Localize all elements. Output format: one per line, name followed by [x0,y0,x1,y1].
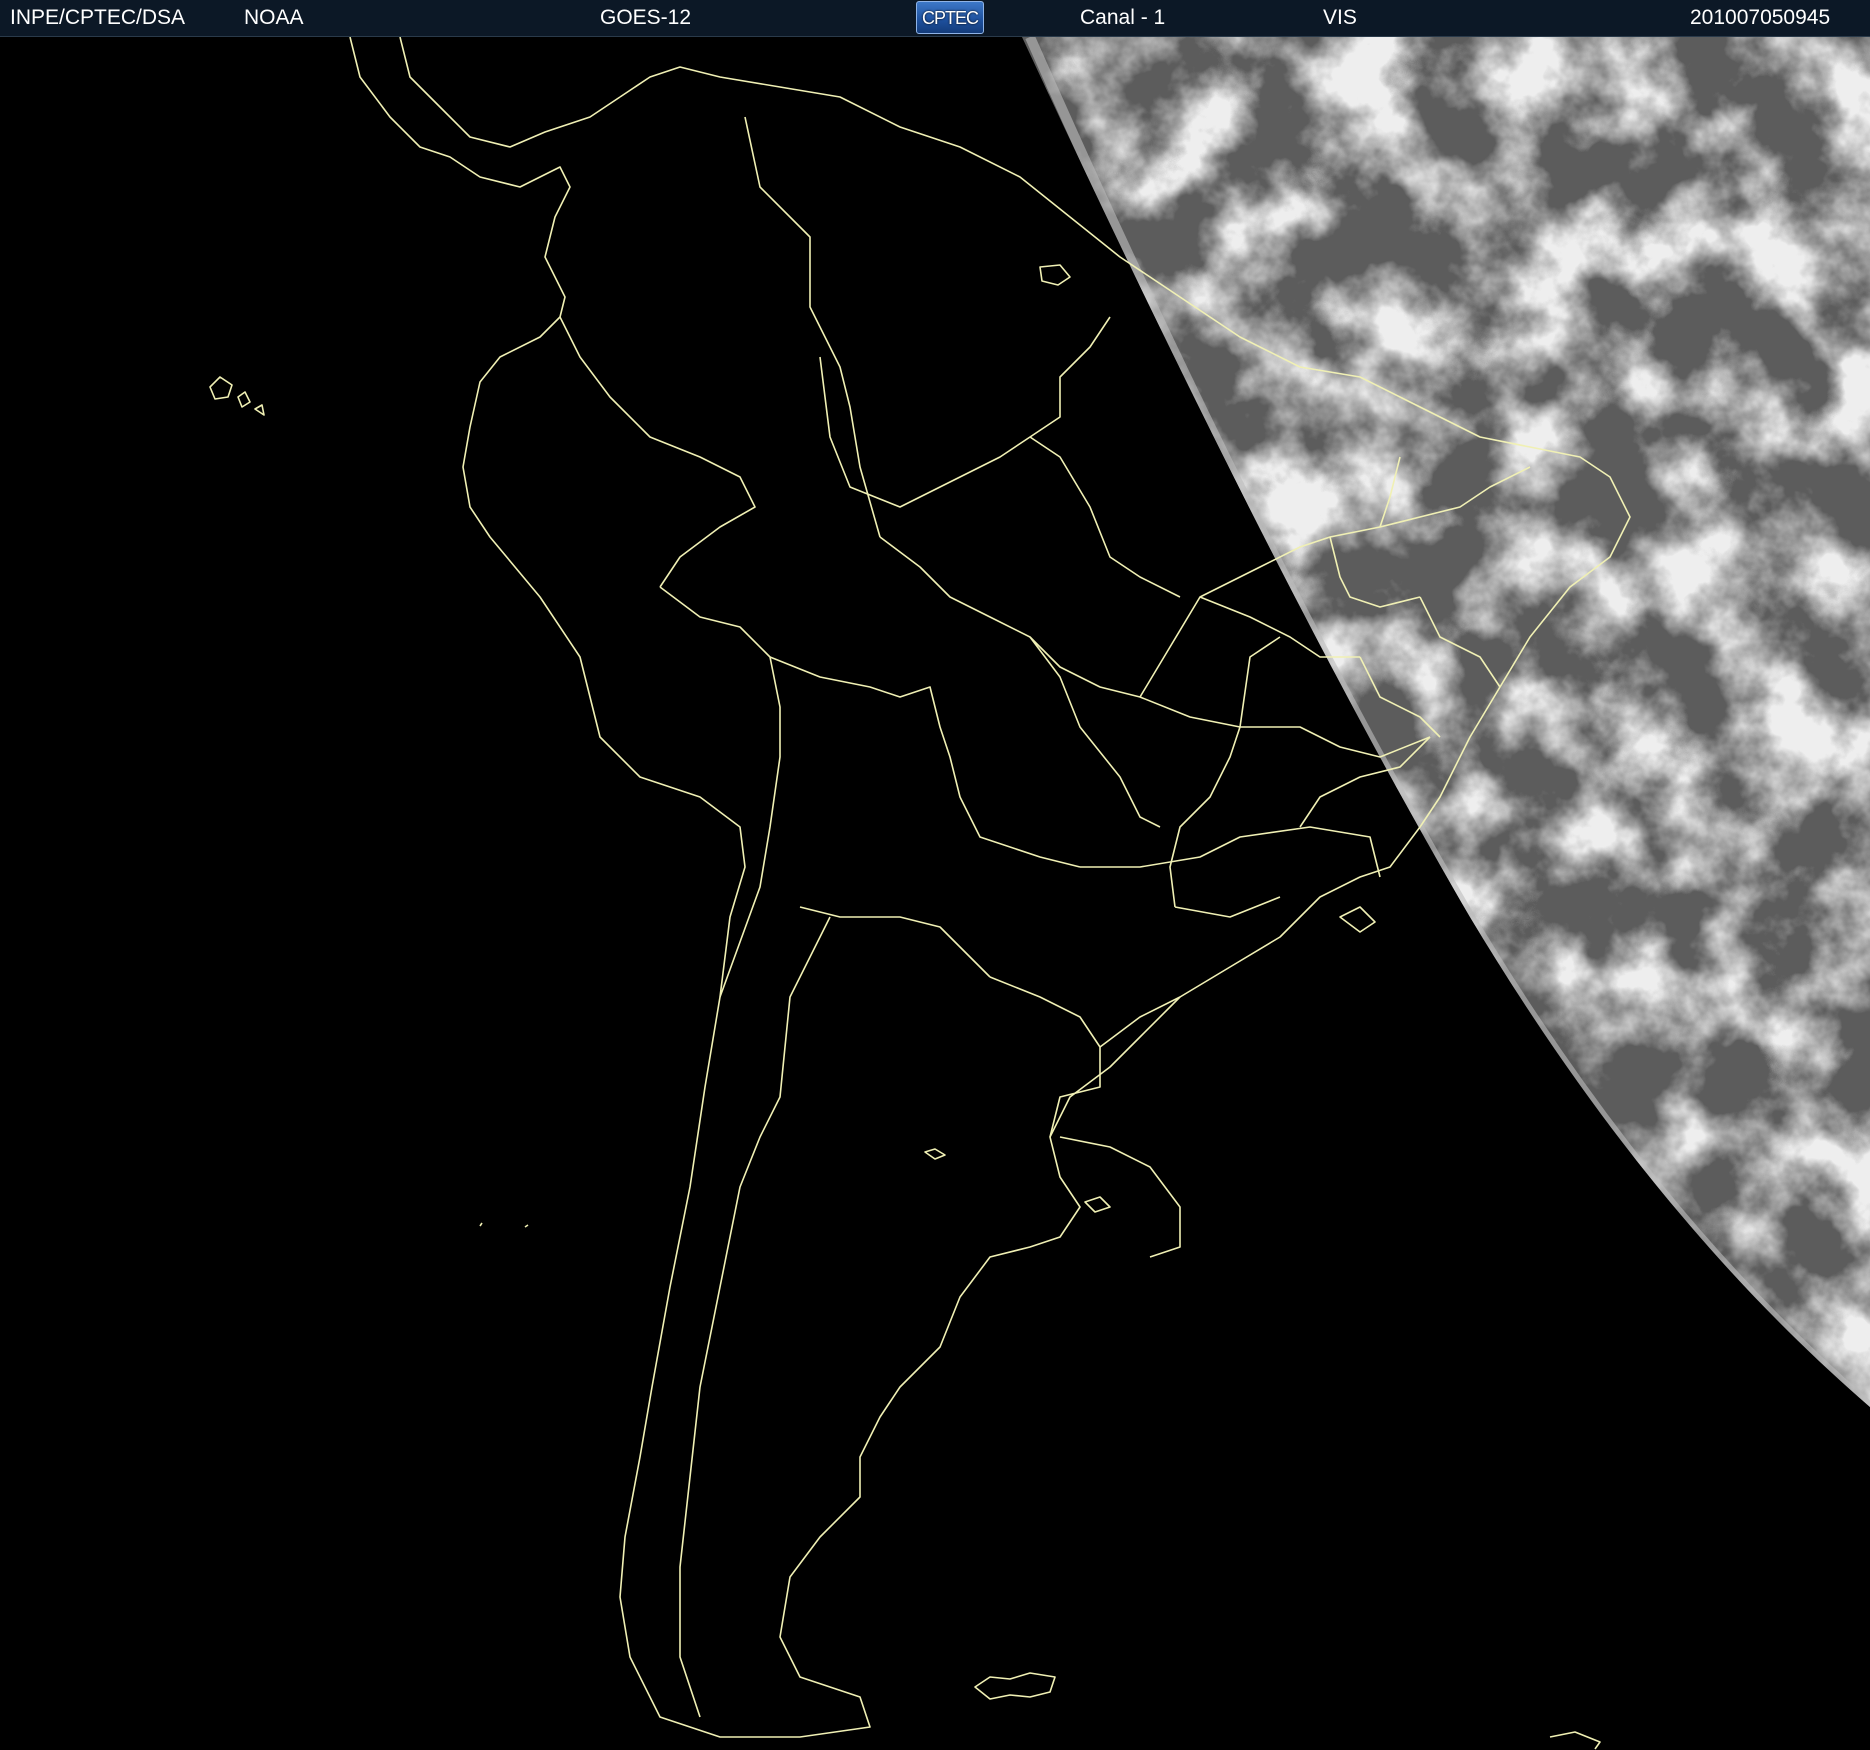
cptec-logo-text: CPTEC [921,8,979,28]
timestamp-label: 201007050945 [1690,6,1831,29]
provider-label: NOAA [244,6,304,29]
cptec-logo: CPTEC [916,1,984,34]
band-label: VIS [1323,6,1357,29]
satellite-label: GOES-12 [600,6,692,29]
channel-label: Canal - 1 [1080,6,1166,29]
header-bar: INPE/CPTEC/DSA NOAA GOES-12 CPTEC Canal … [0,0,1870,37]
satellite-map [0,37,1870,1750]
agency-label: INPE/CPTEC/DSA [10,6,186,29]
